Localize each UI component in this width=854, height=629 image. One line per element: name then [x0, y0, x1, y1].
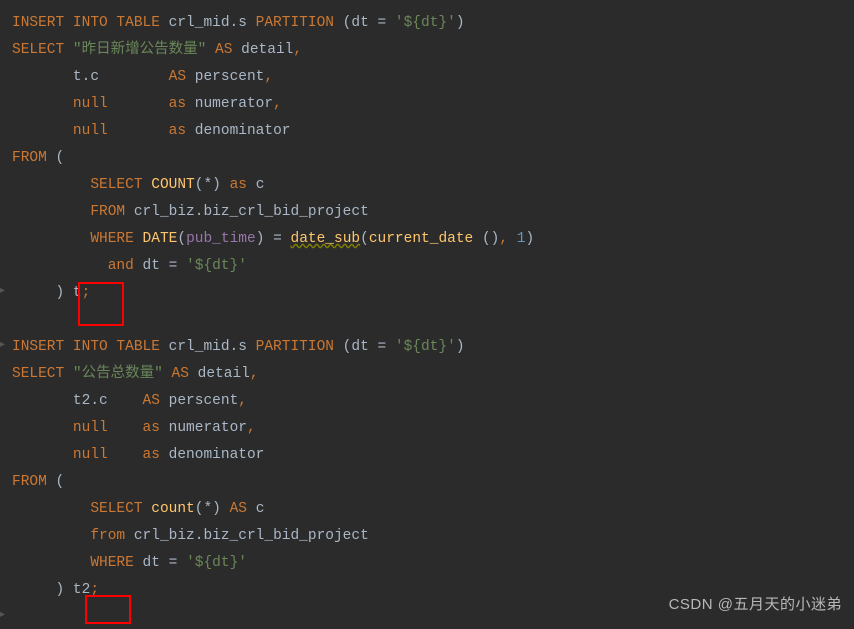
code-line[interactable]: WHERE DATE(pub_time) = date_sub(current_… — [12, 226, 844, 253]
code-line[interactable]: and dt = '${dt}' — [12, 253, 844, 280]
gutter-chevron-icon: ▸ — [0, 332, 8, 340]
code-line[interactable]: null as numerator, — [12, 91, 844, 118]
code-line[interactable]: WHERE dt = '${dt}' — [12, 550, 844, 577]
code-line[interactable]: null as numerator, — [12, 415, 844, 442]
code-line[interactable]: SELECT "公告总数量" AS detail, — [12, 361, 844, 388]
code-line[interactable]: from crl_biz.biz_crl_bid_project — [12, 523, 844, 550]
code-line[interactable]: null as denominator — [12, 118, 844, 145]
code-line[interactable]: t2.c AS perscent, — [12, 388, 844, 415]
code-line[interactable]: SELECT COUNT(*) as c — [12, 172, 844, 199]
code-line[interactable]: SELECT "昨日新增公告数量" AS detail, — [12, 37, 844, 64]
code-line[interactable]: INSERT INTO TABLE crl_mid.s PARTITION (d… — [12, 334, 844, 361]
gutter-chevron-icon: ▸ — [0, 278, 8, 286]
watermark-text: CSDN @五月天的小迷弟 — [669, 591, 842, 618]
code-line[interactable]: null as denominator — [12, 442, 844, 469]
code-line[interactable]: FROM ( — [12, 145, 844, 172]
gutter-chevron-icon: ▸ — [0, 602, 8, 610]
code-line[interactable]: t.c AS perscent, — [12, 64, 844, 91]
code-line[interactable]: ) t; — [12, 280, 844, 307]
code-line-blank[interactable] — [12, 307, 844, 334]
code-editor[interactable]: INSERT INTO TABLE crl_mid.s PARTITION (d… — [12, 10, 844, 604]
code-line[interactable]: FROM crl_biz.biz_crl_bid_project — [12, 199, 844, 226]
code-line[interactable]: FROM ( — [12, 469, 844, 496]
warning-underline: date_sub — [291, 231, 361, 247]
editor-gutter: ▸ ▸ ▸ — [0, 0, 8, 626]
code-line[interactable]: INSERT INTO TABLE crl_mid.s PARTITION (d… — [12, 10, 844, 37]
code-line[interactable]: SELECT count(*) AS c — [12, 496, 844, 523]
